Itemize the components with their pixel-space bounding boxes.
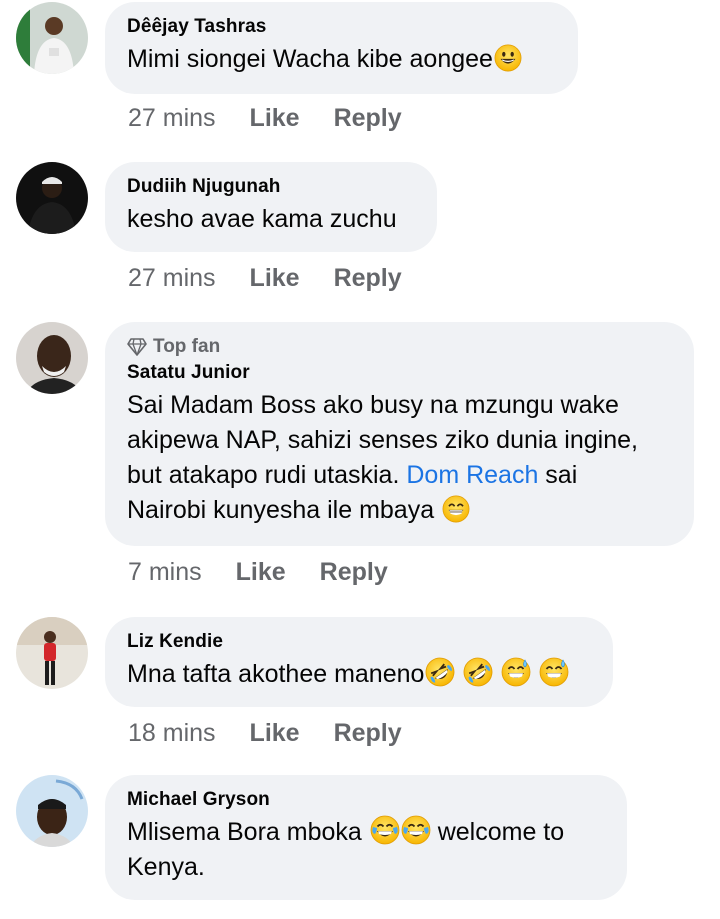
comment-text-segment: Mlisema Bora mboka [127,818,362,846]
top-fan-badge: Top fan [127,336,672,358]
comment-text-line: Kenya. [127,853,205,881]
sweat-smile-emoji-icon [539,657,569,687]
beaming-face-emoji-icon [442,495,470,523]
comment-text-body: Mimi siongei Wacha kibe aongee [127,45,493,73]
like-button[interactable]: Like [250,264,300,293]
comment-text-line: Nairobi kunyesha ile mbaya [127,493,672,528]
comment-bubble: Michael Gryson Mlisema Bora mboka welcom… [105,775,627,900]
comment-author[interactable]: Liz Kendie [127,631,591,653]
like-button[interactable]: Like [250,104,300,133]
rofl-emoji-icon [425,657,455,687]
comment-text-body: Mna tafta akothee maneno [127,660,425,688]
comment-actions: 27 mins Like Reply [128,104,402,133]
avatar[interactable] [16,617,88,689]
comment-timestamp[interactable]: 7 mins [128,558,202,587]
comment-timestamp[interactable]: 27 mins [128,264,216,293]
avatar-image [16,162,88,234]
comment-text: Mimi siongei Wacha kibe aongee [127,42,556,77]
comment-author[interactable]: Satatu Junior [127,362,672,384]
comment-text-segment: but atakapo rudi utaskia. [127,461,400,489]
comment-timestamp[interactable]: 27 mins [128,104,216,133]
comment-bubble: Liz Kendie Mna tafta akothee maneno [105,617,613,707]
like-button[interactable]: Like [236,558,286,587]
avatar-image [16,617,88,689]
comment-text-segment: sai [538,461,578,489]
comment-author[interactable]: Michael Gryson [127,789,605,811]
sweat-smile-emoji-icon [501,657,531,687]
comment-text: Sai Madam Boss ako busy na mzungu wake a… [127,388,672,528]
tears-of-joy-emoji-icon [370,815,400,845]
comment-text-line: Mlisema Bora mboka welcome to [127,815,605,850]
comment-bubble: Dêêjay Tashras Mimi siongei Wacha kibe a… [105,2,578,94]
comment-bubble: Dudiih Njugunah kesho avae kama zuchu [105,162,437,252]
rofl-emoji-icon [463,657,493,687]
avatar[interactable] [16,162,88,234]
reply-button[interactable]: Reply [334,264,402,293]
comment-text: Mlisema Bora mboka welcome to Kenya. [127,815,605,885]
comment-timestamp[interactable]: 18 mins [128,719,216,748]
comment-text-line: Sai Madam Boss ako busy na mzungu wake [127,391,619,419]
avatar-image [16,2,88,74]
comment-text-segment: welcome to [437,818,565,846]
avatar[interactable] [16,322,88,394]
comment-text-segment: Nairobi kunyesha ile mbaya [127,496,435,524]
avatar[interactable] [16,775,88,847]
grinning-emoji-icon [494,44,522,72]
comment-actions: 27 mins Like Reply [128,264,402,293]
comment-author[interactable]: Dudiih Njugunah [127,176,415,198]
comment-text-line: akipewa NAP, sahizi senses ziko dunia in… [127,426,638,454]
avatar-image [16,775,88,847]
reply-button[interactable]: Reply [334,719,402,748]
avatar-image [16,322,88,394]
comment-text: Mna tafta akothee maneno [127,657,591,692]
comment-text-line: but atakapo rudi utaskia. Dom Reach sai [127,458,672,493]
reply-button[interactable]: Reply [320,558,388,587]
diamond-icon [127,338,147,356]
reply-button[interactable]: Reply [334,104,402,133]
comment-author[interactable]: Dêêjay Tashras [127,16,556,38]
comment-actions: 7 mins Like Reply [128,558,388,587]
comment-text: kesho avae kama zuchu [127,205,397,233]
tears-of-joy-emoji-icon [401,815,431,845]
mention-link[interactable]: Dom Reach [406,461,538,489]
avatar[interactable] [16,2,88,74]
comment-bubble: Top fan Satatu Junior Sai Madam Boss ako… [105,322,694,546]
comment-actions: 18 mins Like Reply [128,719,402,748]
like-button[interactable]: Like [250,719,300,748]
badge-label: Top fan [153,336,221,357]
